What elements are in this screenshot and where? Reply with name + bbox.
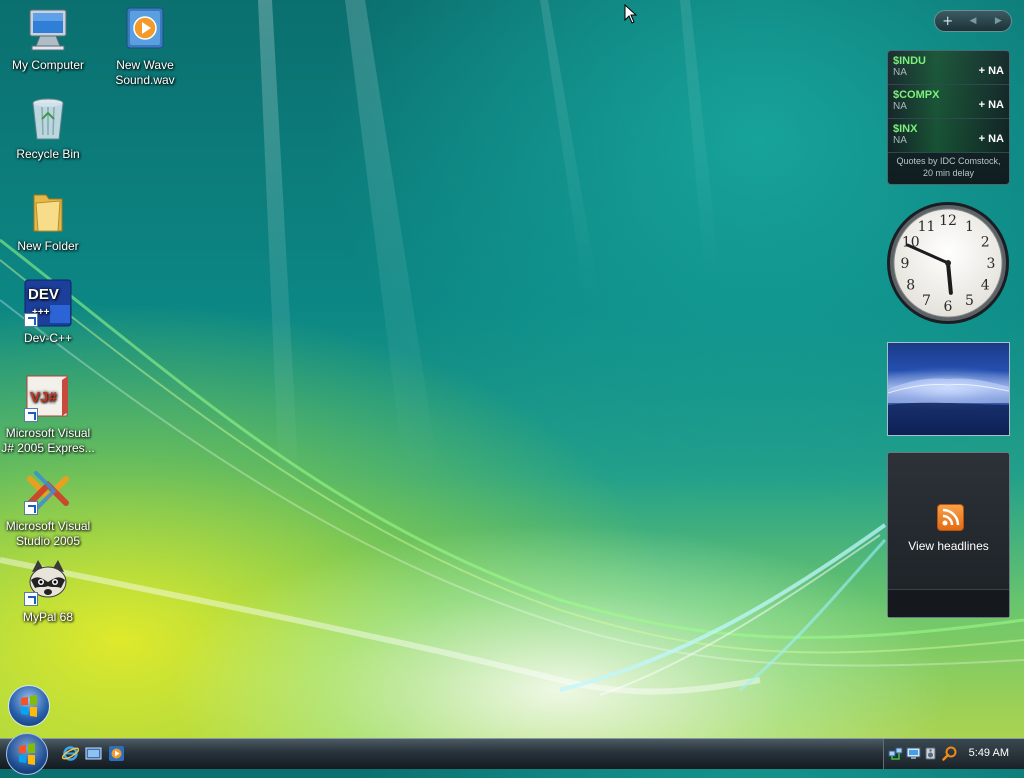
volume-icon[interactable] [924, 746, 939, 761]
add-gadget-button[interactable]: + [937, 14, 959, 29]
media-player-icon[interactable] [108, 745, 125, 762]
stock-change: + NA [978, 133, 1004, 145]
desktop-icon-label: New Folder [17, 239, 79, 253]
clock-numeral: 1 [965, 219, 974, 235]
shortcut-arrow-icon [24, 408, 38, 422]
stock-value: NA [893, 67, 907, 78]
folder-icon [24, 187, 72, 235]
devcpp-badge-text: DEV [28, 286, 59, 303]
clock-gadget[interactable]: 12 1234567891011 [885, 200, 1011, 326]
stock-change: + NA [978, 65, 1004, 77]
stock-symbol: $INDU [893, 55, 927, 67]
mypal-icon [24, 558, 72, 606]
display-icon[interactable] [906, 746, 921, 761]
network-icon[interactable] [888, 746, 903, 761]
clock-numeral: 3 [987, 256, 996, 272]
wallpaper [0, 0, 1024, 696]
desktop-icon-visual-jsharp[interactable]: VJ# Microsoft Visual J# 2005 Expres... [0, 374, 96, 456]
show-desktop-icon[interactable] [85, 745, 102, 762]
start-button[interactable] [6, 733, 48, 775]
stock-row[interactable]: $INX NA + NA [888, 119, 1009, 153]
shortcut-arrow-icon [24, 501, 38, 515]
clock-numeral: 2 [981, 235, 990, 251]
stock-value: NA [893, 101, 907, 112]
slideshow-gadget[interactable] [887, 342, 1010, 436]
visual-studio-icon [24, 467, 72, 515]
vj-badge-text: VJ# [30, 389, 57, 406]
feed-gadget-footer [888, 589, 1009, 617]
quick-launch-toolbar [61, 745, 125, 762]
desktop-icon-label: Microsoft Visual J# 2005 Expres... [1, 426, 95, 455]
shortcut-arrow-icon [24, 313, 38, 327]
stock-change: + NA [978, 99, 1004, 111]
sidebar-controls: + ◀ ▶ [934, 10, 1012, 32]
desktop-icon-label: Dev-C++ [23, 331, 73, 345]
clock-numeral: 8 [906, 278, 915, 294]
mouse-cursor-icon [624, 4, 638, 24]
stocks-gadget[interactable]: $INDU NA + NA $COMPX NA + NA $INX NA + N… [887, 50, 1010, 185]
stock-symbol: $INX [893, 123, 918, 135]
windows-logo-icon [19, 743, 35, 765]
desktop-icon-my-computer[interactable]: My Computer [0, 6, 96, 73]
desktop-icon-label: Recycle Bin [16, 147, 80, 161]
stock-row[interactable]: $COMPX NA + NA [888, 85, 1009, 119]
feed-headlines-gadget[interactable]: View headlines [887, 452, 1010, 618]
desktop-icon-mypal[interactable]: MyPal 68 [0, 558, 96, 625]
shortcut-arrow-icon [24, 592, 38, 606]
clock-numeral: 4 [981, 278, 990, 294]
stock-value: NA [893, 135, 907, 146]
previous-page-button[interactable]: ◀ [962, 16, 984, 26]
stock-quote-credit: Quotes by IDC Comstock, 20 min delay [896, 156, 1001, 178]
internet-explorer-icon[interactable] [61, 745, 80, 762]
devcpp-icon: +++ DEV [24, 279, 72, 327]
stock-symbol: $COMPX [893, 89, 940, 101]
clock-numeral: 7 [922, 293, 931, 309]
desktop-icon-label: MyPal 68 [22, 610, 74, 624]
clock-numeral: 5 [965, 293, 974, 309]
slideshow-image [888, 378, 1009, 435]
desktop-icon-visual-studio[interactable]: Microsoft Visual Studio 2005 [0, 467, 96, 549]
taskbar-clock[interactable]: 5:49 AM [969, 747, 1009, 759]
clock-numeral: 6 [944, 299, 953, 315]
desktop-icon-label: New Wave Sound.wav [115, 58, 175, 87]
desktop-icon-label: My Computer [11, 58, 85, 72]
next-page-button[interactable]: ▶ [987, 16, 1009, 26]
windows-orb-icon[interactable] [8, 685, 50, 727]
computer-icon [24, 6, 72, 54]
clock-numeral: 9 [901, 256, 910, 272]
clock-numeral: 12 [939, 213, 957, 229]
desktop-icon-new-folder[interactable]: New Folder [0, 187, 96, 254]
tray-icons [888, 746, 957, 761]
stock-row[interactable]: $INDU NA + NA [888, 51, 1009, 85]
desktop-icon-recycle-bin[interactable]: Recycle Bin [0, 95, 96, 162]
view-headlines-link[interactable]: View headlines [888, 539, 1009, 553]
clock-numeral: 11 [918, 219, 936, 235]
rss-feed-icon [937, 504, 964, 531]
desktop-icon-wave-sound[interactable]: New Wave Sound.wav [97, 6, 193, 88]
search-tray-icon[interactable] [942, 746, 957, 761]
media-file-icon [121, 6, 169, 54]
system-tray: 5:49 AM [883, 739, 1024, 769]
visual-jsharp-icon: VJ# [24, 374, 72, 422]
desktop-icon-devcpp[interactable]: +++ DEV Dev-C++ [0, 279, 96, 346]
desktop-icon-label: Microsoft Visual Studio 2005 [5, 519, 91, 548]
recycle-bin-icon [24, 95, 72, 143]
taskbar: 5:49 AM [0, 733, 1024, 775]
